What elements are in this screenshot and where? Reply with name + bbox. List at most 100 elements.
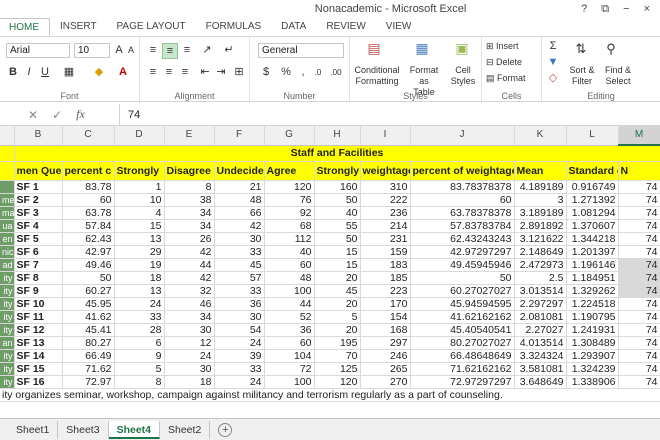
row-header[interactable]: an xyxy=(0,336,15,350)
value-cell[interactable]: 1.271392 xyxy=(566,193,619,207)
value-cell[interactable]: 30 xyxy=(214,310,265,324)
value-cell[interactable]: 214 xyxy=(360,219,411,233)
align-center-icon[interactable]: ≡ xyxy=(162,65,176,81)
value-cell[interactable]: 297 xyxy=(360,336,411,350)
value-cell[interactable]: 1.293907 xyxy=(566,349,619,363)
value-cell[interactable]: 15 xyxy=(314,258,361,272)
value-cell[interactable]: 20 xyxy=(314,323,361,337)
value-cell[interactable]: 50 xyxy=(314,193,361,207)
value-cell[interactable]: 72 xyxy=(264,362,315,376)
value-cell[interactable]: 1.370607 xyxy=(566,219,619,233)
align-right-icon[interactable]: ≡ xyxy=(178,65,192,81)
value-cell[interactable]: 246 xyxy=(360,349,411,363)
value-cell[interactable]: 45.95 xyxy=(62,297,115,311)
value-cell[interactable]: 24 xyxy=(164,349,215,363)
decrease-decimal-icon[interactable]: .00 xyxy=(328,65,344,81)
value-cell[interactable]: 5 xyxy=(314,310,361,324)
shrink-font-icon[interactable]: A xyxy=(126,43,136,59)
value-cell[interactable]: 1.201397 xyxy=(566,245,619,259)
value-cell[interactable]: 270 xyxy=(360,375,411,389)
question-cell[interactable]: SF 13 xyxy=(14,336,63,350)
column-label[interactable]: Disagree xyxy=(164,161,215,181)
value-cell[interactable]: 48 xyxy=(214,193,265,207)
value-cell[interactable]: 39 xyxy=(214,349,265,363)
value-cell[interactable]: 5 xyxy=(114,362,165,376)
value-cell[interactable]: 231 xyxy=(360,232,411,246)
value-cell[interactable]: 112 xyxy=(264,232,315,246)
value-cell[interactable]: 223 xyxy=(360,284,411,298)
orientation-icon[interactable]: ↗ xyxy=(200,43,214,59)
value-cell[interactable]: 44 xyxy=(164,258,215,272)
column-label[interactable]: Strongly xyxy=(114,161,165,181)
column-label[interactable]: men Question xyxy=(14,161,63,181)
increase-indent-icon[interactable]: ⇥ xyxy=(214,65,228,81)
value-cell[interactable]: 34 xyxy=(164,310,215,324)
tab-home[interactable]: HOME xyxy=(0,18,50,36)
value-cell[interactable]: 66 xyxy=(214,206,265,220)
sort-filter-icon[interactable]: ⇅ xyxy=(572,41,590,57)
column-label[interactable]: Agree xyxy=(264,161,315,181)
value-cell[interactable]: 1 xyxy=(114,180,165,194)
value-cell[interactable]: 3.013514 xyxy=(514,284,567,298)
value-cell[interactable]: 74 xyxy=(618,245,660,259)
format-table-icon[interactable]: ▦ xyxy=(412,41,432,57)
value-cell[interactable]: 15 xyxy=(314,245,361,259)
question-cell[interactable]: SF 7 xyxy=(14,258,63,272)
row-header[interactable]: ity xyxy=(0,271,15,285)
value-cell[interactable]: 170 xyxy=(360,297,411,311)
column-header[interactable]: C xyxy=(62,126,115,146)
value-cell[interactable]: 20 xyxy=(314,271,361,285)
row-header[interactable]: ity xyxy=(0,323,15,337)
value-cell[interactable]: 2.472973 xyxy=(514,258,567,272)
question-cell[interactable]: SF 8 xyxy=(14,271,63,285)
value-cell[interactable]: 6 xyxy=(114,336,165,350)
value-cell[interactable]: 50 xyxy=(314,232,361,246)
value-cell[interactable]: 74 xyxy=(618,323,660,337)
row-header[interactable]: ua xyxy=(0,219,15,233)
row-header[interactable]: me xyxy=(0,193,15,207)
row-header[interactable]: ad xyxy=(0,258,15,272)
value-cell[interactable]: 3.581081 xyxy=(514,362,567,376)
value-cell[interactable]: 50 xyxy=(410,271,515,285)
find-select-button[interactable]: Find & Select xyxy=(600,65,636,89)
value-cell[interactable]: 222 xyxy=(360,193,411,207)
column-header[interactable]: B xyxy=(14,126,63,146)
value-cell[interactable]: 60 xyxy=(264,336,315,350)
format-as-table-button[interactable]: Format as Table xyxy=(404,65,444,97)
value-cell[interactable]: 120 xyxy=(314,375,361,389)
value-cell[interactable]: 42 xyxy=(164,271,215,285)
column-label[interactable]: weightage xyxy=(360,161,411,181)
value-cell[interactable]: 74 xyxy=(618,362,660,376)
value-cell[interactable]: 236 xyxy=(360,206,411,220)
value-cell[interactable]: 15 xyxy=(114,219,165,233)
value-cell[interactable]: 183 xyxy=(360,258,411,272)
tab-data[interactable]: DATA xyxy=(271,18,316,36)
column-label[interactable]: Strongly a xyxy=(314,161,361,181)
value-cell[interactable]: 1.329262 xyxy=(566,284,619,298)
column-header[interactable]: I xyxy=(360,126,411,146)
value-cell[interactable]: 24 xyxy=(214,336,265,350)
value-cell[interactable]: 104 xyxy=(264,349,315,363)
value-cell[interactable]: 265 xyxy=(360,362,411,376)
value-cell[interactable]: 2.297297 xyxy=(514,297,567,311)
value-cell[interactable]: 3.189189 xyxy=(514,206,567,220)
column-header[interactable]: K xyxy=(514,126,567,146)
value-cell[interactable]: 13 xyxy=(114,232,165,246)
align-bottom-icon[interactable]: ≡ xyxy=(180,43,194,59)
value-cell[interactable]: 30 xyxy=(164,323,215,337)
value-cell[interactable]: 62.43 xyxy=(62,232,115,246)
increase-decimal-icon[interactable]: .0 xyxy=(310,65,326,81)
question-cell[interactable]: SF 16 xyxy=(14,375,63,389)
value-cell[interactable]: 83.78 xyxy=(62,180,115,194)
value-cell[interactable]: 45.41 xyxy=(62,323,115,337)
question-cell[interactable]: SF 15 xyxy=(14,362,63,376)
value-cell[interactable]: 1.241931 xyxy=(566,323,619,337)
column-header[interactable]: J xyxy=(410,126,515,146)
value-cell[interactable]: 2.148649 xyxy=(514,245,567,259)
value-cell[interactable]: 20 xyxy=(314,297,361,311)
align-left-icon[interactable]: ≡ xyxy=(146,65,160,81)
value-cell[interactable]: 49.46 xyxy=(62,258,115,272)
sort-filter-button[interactable]: Sort & Filter xyxy=(564,65,600,89)
question-cell[interactable]: SF 9 xyxy=(14,284,63,298)
value-cell[interactable]: 34 xyxy=(164,219,215,233)
